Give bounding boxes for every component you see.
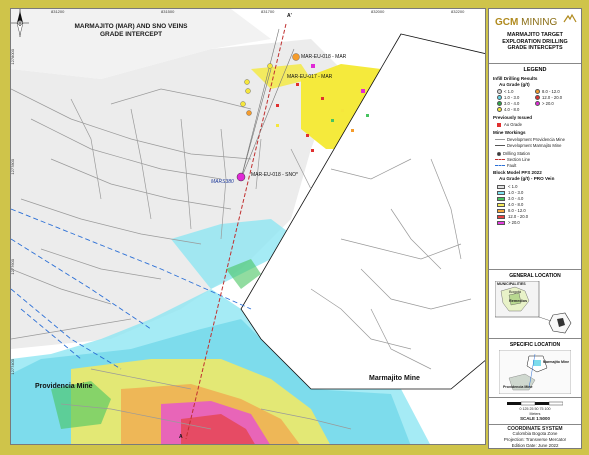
intercept-label-1[interactable]: MAR-EU-018 - MAR bbox=[301, 54, 346, 60]
block-swatch bbox=[497, 202, 505, 207]
north-arrow-icon bbox=[11, 9, 29, 37]
map-view[interactable]: MARMAJITO (MAR) AND SNO VEINS GRADE INTE… bbox=[10, 8, 486, 445]
place-marmajito: Marmajito Mine bbox=[369, 375, 420, 382]
place-providencia: Providencia Mine bbox=[35, 383, 93, 390]
intercept-label-2[interactable]: MAR-EU-017 - MAR bbox=[287, 74, 332, 80]
drill-station-item: Drilling Station bbox=[497, 151, 530, 156]
muni-remedios: Remedios bbox=[509, 299, 528, 303]
specific-location-title: SPECIFIC LOCATION bbox=[509, 342, 561, 348]
section-line-item: Section Line bbox=[495, 157, 530, 162]
previous-item: Au Grade bbox=[497, 122, 522, 127]
scale-text: SCALE 1:5000 bbox=[520, 416, 550, 421]
specific-location: SPECIFIC LOCATION Marmajito Mine Provide… bbox=[489, 340, 581, 398]
block-title: Block Model PFS 2022 bbox=[493, 170, 542, 175]
block-swatch bbox=[497, 220, 505, 225]
block-swatch bbox=[497, 208, 505, 213]
municipalities-label: MUNICIPALITIES bbox=[497, 282, 526, 286]
tick-side-4: 1277400 bbox=[10, 359, 15, 375]
logo-mark-icon bbox=[563, 13, 577, 23]
infill-swatch bbox=[535, 89, 540, 94]
tick-top-5: 832200 bbox=[451, 9, 465, 14]
panel-title: MARMAJITO TARGET EXPLORATION DRILLING GR… bbox=[502, 32, 568, 51]
edition-date: Edition Date: June 2022 bbox=[511, 443, 559, 448]
spec-marmajito: Marmajito Mine bbox=[543, 360, 570, 364]
logo-box: GCM MINING MARMAJITO TARGET EXPLORATION … bbox=[489, 9, 581, 64]
spec-providencia: Providencia Mine bbox=[503, 385, 533, 389]
general-location-map bbox=[495, 281, 572, 334]
legend-panel: GCM MINING MARMAJITO TARGET EXPLORATION … bbox=[488, 8, 582, 449]
block-swatch bbox=[497, 184, 505, 189]
infill-class-6: 12.0 - 20.0 bbox=[535, 95, 562, 100]
tick-top-2: 831500 bbox=[161, 9, 175, 14]
previous-title: Previously Issued bbox=[493, 115, 533, 120]
block-class-2: 1.0 - 3.0 bbox=[497, 190, 523, 195]
workings-item-1: Development Providencia Mine bbox=[495, 137, 565, 142]
block-class-1: < 1.0 bbox=[497, 184, 517, 189]
infill-swatch bbox=[497, 101, 502, 106]
map-title: MARMAJITO (MAR) AND SNO VEINS GRADE INTE… bbox=[74, 23, 188, 38]
infill-class-3: 3.0 - 4.0 bbox=[497, 101, 519, 106]
infill-swatch bbox=[497, 107, 502, 112]
workings-item-2: Development Marmajito Mine bbox=[495, 143, 561, 148]
block-swatch bbox=[497, 214, 505, 219]
section-label-bottom: A bbox=[179, 434, 183, 440]
block-swatch bbox=[497, 190, 505, 195]
block-class-6: 12.0 - 20.0 bbox=[497, 214, 528, 219]
tick-side-1: 1278000 bbox=[10, 49, 15, 65]
drill-station-icon bbox=[497, 151, 501, 156]
infill-swatch bbox=[497, 95, 502, 100]
general-location: GENERAL LOCATION MUNICIPALITIES Bogotá R… bbox=[489, 271, 581, 339]
general-location-title: GENERAL LOCATION bbox=[509, 273, 561, 279]
tick-top-1: 831200 bbox=[51, 9, 65, 14]
infill-title: Infill Drilling Results bbox=[493, 76, 538, 81]
infill-swatch bbox=[535, 95, 540, 100]
tick-top-3: 831700 bbox=[261, 9, 275, 14]
infill-swatch bbox=[535, 101, 540, 106]
legend-title: LEGEND bbox=[523, 67, 547, 73]
coordinate-system: 0 125 25 50 75 100 Meters SCALE 1:5000 C… bbox=[489, 399, 581, 450]
block-swatch bbox=[497, 196, 505, 201]
infill-au-grade: Au Grade (g/t) bbox=[499, 82, 530, 87]
infill-swatch bbox=[497, 89, 502, 94]
infill-class-4: 4.0 - 8.0 bbox=[497, 107, 519, 112]
intercept-label-3[interactable]: MAR-EU-018 - SNO* bbox=[251, 172, 298, 178]
tick-side-2: 1277800 bbox=[10, 159, 15, 175]
block-class-3: 3.0 - 4.0 bbox=[497, 196, 523, 201]
infill-class-2: 1.0 - 3.0 bbox=[497, 95, 519, 100]
block-class-7: > 20.0 bbox=[497, 220, 520, 225]
block-class-4: 4.0 - 8.0 bbox=[497, 202, 523, 207]
legend: LEGEND Infill Drilling Results Au Grade … bbox=[489, 65, 581, 270]
infill-class-7: > 20.0 bbox=[535, 101, 554, 106]
infill-class-5: 8.0 - 12.0 bbox=[535, 89, 560, 94]
fault-item: Fault bbox=[495, 163, 516, 168]
workings-title: Mine Workings bbox=[493, 130, 526, 135]
block-class-5: 8.0 - 12.0 bbox=[497, 208, 526, 213]
tick-side-3: 1277600 bbox=[10, 259, 15, 275]
infill-class-1: < 1.0 bbox=[497, 89, 513, 94]
muni-bogota: Bogotá bbox=[509, 290, 522, 294]
station-label: MARS380 bbox=[211, 179, 234, 185]
section-label-top: A' bbox=[287, 13, 292, 19]
tick-top-4: 832000 bbox=[371, 9, 385, 14]
logo: GCM MINING bbox=[495, 17, 558, 28]
block-sub: Au Grade (g/t) - PRO Vein bbox=[499, 176, 555, 181]
